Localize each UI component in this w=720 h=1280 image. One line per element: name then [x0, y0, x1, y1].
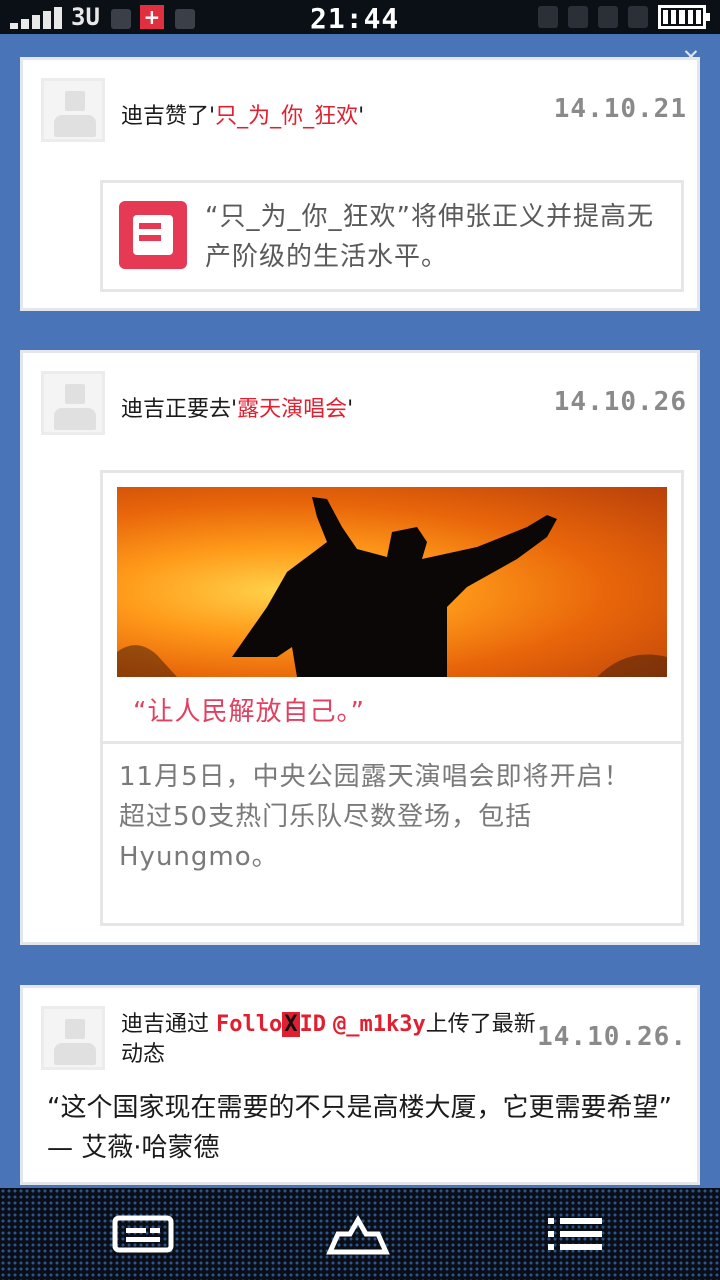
quote-box[interactable]: “只_为_你_狂欢”将伸张正义并提高无产阶级的生活水平。 — [100, 180, 684, 292]
wifi-icon — [598, 6, 618, 28]
clock: 21:44 — [310, 2, 400, 35]
bluetooth-icon — [568, 6, 588, 28]
post-date: 14.10.26. — [537, 1022, 687, 1052]
signal-area: 3U + — [10, 5, 195, 29]
activity-suffix: ' — [347, 397, 354, 422]
divider — [103, 741, 681, 744]
avatar[interactable] — [41, 1006, 105, 1070]
activity-text: 迪吉正要去'露天演唱会' — [121, 391, 353, 423]
quote-text: “只_为_你_狂欢”将伸张正义并提高无产阶级的生活水平。 — [205, 202, 654, 272]
post-date: 14.10.21 — [553, 94, 687, 124]
signal-bar-icon — [21, 19, 29, 29]
activity-prefix: 迪吉正要去' — [121, 397, 238, 422]
messages-icon — [112, 1215, 174, 1253]
home-icon — [326, 1214, 390, 1255]
event-slogan: “让人民解放自己。” — [133, 697, 365, 727]
activity-target-link[interactable]: 露天演唱会 — [237, 397, 347, 422]
event-description: 11月5日，中央公园露天演唱会即将开启！ 超过50支热门乐队尽数登场，包括Hyu… — [119, 757, 639, 877]
menu-icon — [548, 1218, 602, 1250]
status-bar: 3U + 21:44 — [0, 0, 720, 35]
activity-text: 迪吉赞了'只_为_你_狂欢' — [121, 98, 364, 130]
activity-target-link[interactable]: 只_为_你_狂欢 — [215, 104, 358, 129]
avatar[interactable] — [41, 78, 105, 142]
app-logo-x: X — [282, 1012, 300, 1037]
post-quote: “这个国家现在需要的不只是高楼大厦，它更需要希望” — 艾薇·哈蒙德 — [47, 1093, 672, 1163]
activity-prefix: 迪吉赞了' — [121, 104, 216, 129]
app-notification-icon: + — [139, 5, 164, 29]
concert-photo[interactable] — [117, 487, 667, 677]
vibrate-icon — [628, 6, 648, 28]
activity-text: 迪吉通过 FolloXID @_m1k3y上传了最新动态 — [121, 1010, 551, 1070]
status-icons — [538, 5, 710, 29]
crowd-silhouette-icon — [117, 497, 667, 677]
feed-card[interactable]: 迪吉通过 FolloXID @_m1k3y上传了最新动态 14.10.26. “… — [20, 985, 700, 1185]
event-description-line: 超过50支热门乐队尽数登场，包括Hyungmo。 — [119, 802, 533, 872]
carrier-label: 3U — [71, 3, 100, 31]
home-button[interactable] — [326, 1212, 390, 1256]
event-description-line: 11月5日，中央公园露天演唱会即将开启！ — [119, 762, 631, 792]
signal-bar-icon — [32, 15, 40, 29]
sync-icon — [174, 9, 195, 29]
avatar[interactable] — [41, 371, 105, 435]
feed-card[interactable]: 迪吉正要去'露天演唱会' 14.10.26 “让人民解放自己。” 11月5日，中… — [20, 350, 700, 945]
handle-link[interactable]: @_m1k3y — [333, 1012, 426, 1037]
battery-icon — [658, 5, 710, 29]
menu-button[interactable] — [546, 1212, 604, 1256]
activity-prefix: 迪吉通过 — [121, 1012, 210, 1037]
bottom-navbar — [0, 1188, 720, 1280]
messages-button[interactable] — [112, 1212, 174, 1256]
app-name: ID — [299, 1012, 327, 1037]
signal-bar-icon — [43, 11, 51, 29]
notification-icon — [110, 9, 131, 29]
app-link[interactable]: FolloXID — [216, 1012, 326, 1037]
event-box[interactable]: “让人民解放自己。” 11月5日，中央公园露天演唱会即将开启！ 超过50支热门乐… — [100, 470, 684, 926]
activity-suffix: ' — [358, 104, 365, 129]
alarm-icon — [538, 6, 558, 28]
app-name: Follo — [216, 1012, 283, 1037]
signal-bar-icon — [10, 23, 18, 29]
post-date: 14.10.26 — [553, 387, 687, 417]
signal-bar-icon — [54, 7, 62, 29]
fist-icon — [119, 201, 187, 269]
feed-card[interactable]: 迪吉赞了'只_为_你_狂欢' 14.10.21 “只_为_你_狂欢”将伸张正义并… — [20, 57, 700, 311]
